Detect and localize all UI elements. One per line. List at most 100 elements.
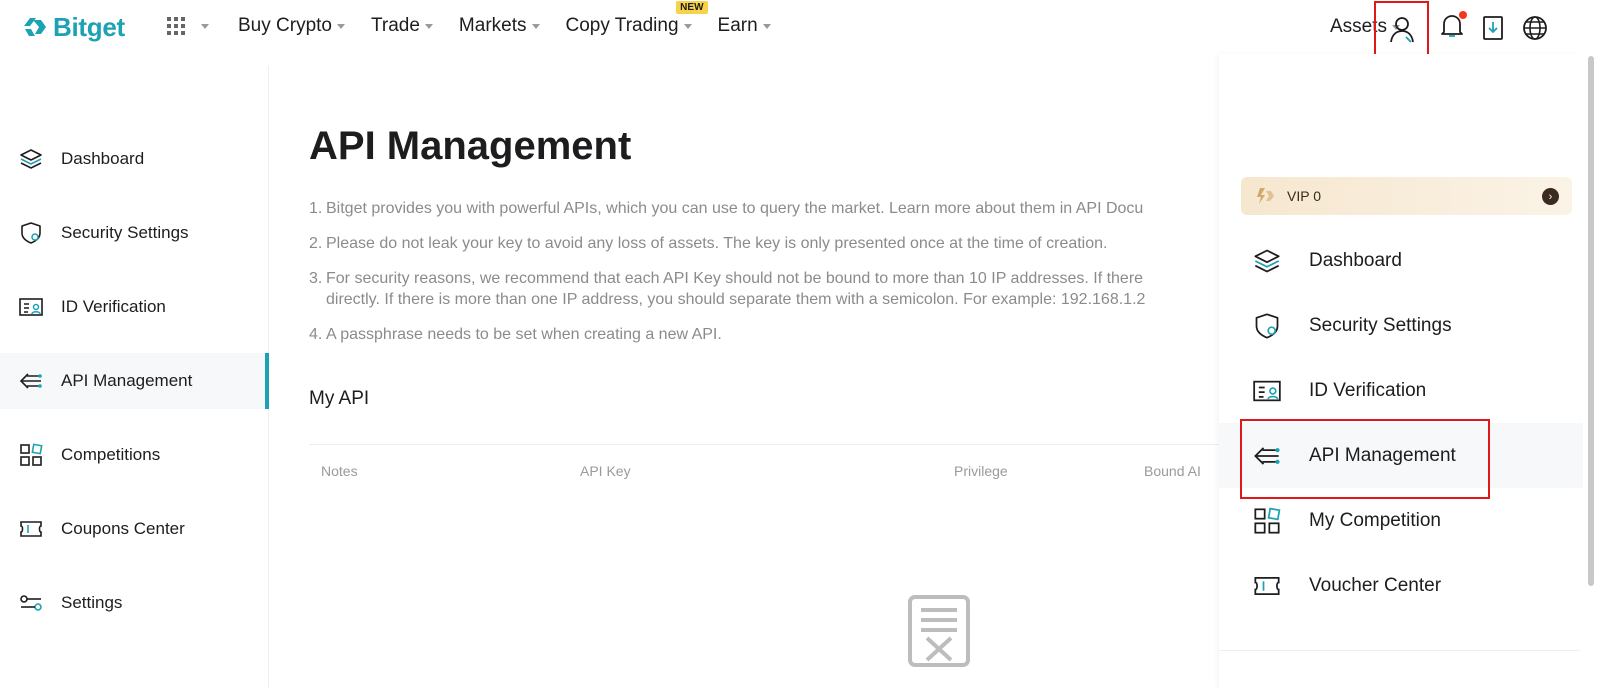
- note-text: For security reasons, we recommend that …: [326, 270, 1144, 287]
- nav-copy-trading[interactable]: Copy Trading NEW: [565, 1, 708, 37]
- highlight-box: [1240, 419, 1490, 499]
- chevron-down-icon: [683, 23, 692, 29]
- bitget-logo[interactable]: Bitget: [22, 12, 125, 43]
- user-icon: [1389, 17, 1414, 43]
- notification-dot: [1459, 11, 1467, 19]
- sidebar-item-api-management[interactable]: API Management: [0, 353, 269, 409]
- main-menu: Buy Crypto Trade Markets Copy Trading NE…: [238, 1, 771, 37]
- note-text: Bitget provides you with powerful APIs, …: [326, 200, 1144, 217]
- sidebar-item-security-settings[interactable]: Security Settings: [0, 205, 269, 261]
- nav-markets[interactable]: Markets: [459, 15, 540, 37]
- chevron-down-icon: [336, 23, 345, 29]
- sidebar-item-competitions[interactable]: Competitions: [0, 427, 269, 483]
- sidebar-item-dashboard[interactable]: Dashboard: [0, 131, 269, 187]
- sidebar-item-label: API Management: [61, 371, 193, 390]
- my-api-title: My API: [309, 388, 370, 409]
- sidebar-item-label: Settings: [61, 593, 123, 612]
- top-navigation: Bitget Buy Crypto Trade Markets Copy Tra…: [0, 0, 1600, 57]
- panel-divider: [1219, 650, 1580, 651]
- dropdown-item-label: My Competition: [1309, 509, 1441, 531]
- chevron-right-icon: ›: [1542, 188, 1559, 205]
- id-card-icon: [1253, 377, 1281, 405]
- note-number: 3.: [309, 270, 323, 287]
- sidebar-item-settings[interactable]: Settings: [0, 575, 269, 631]
- sidebar-item-coupons-center[interactable]: Coupons Center: [0, 501, 269, 557]
- ticket-icon: [19, 517, 43, 541]
- grid-icon: [19, 443, 43, 467]
- dropdown-item-my-competition[interactable]: My Competition: [1219, 488, 1583, 553]
- note-number: 2.: [309, 235, 323, 252]
- globe-icon: [1523, 16, 1547, 40]
- vip-level-banner[interactable]: VIP 0 ›: [1241, 177, 1572, 215]
- vip-level-label: VIP 0: [1287, 188, 1321, 204]
- vip-badge-icon: [1257, 188, 1274, 204]
- sidebar-item-label: Coupons Center: [61, 519, 185, 538]
- chevron-down-icon: [531, 23, 540, 29]
- sidebar-item-label: Dashboard: [61, 149, 145, 168]
- api-table-header: Notes API Key Privilege Bound AI: [309, 444, 1219, 494]
- note-item: 2. Please do not leak your key to avoid …: [309, 233, 1219, 254]
- note-item: 3. For security reasons, we recommend th…: [309, 268, 1219, 310]
- layers-icon: [1253, 247, 1281, 275]
- nav-item-label: Earn: [717, 15, 758, 36]
- dropdown-item-label: Dashboard: [1309, 249, 1402, 271]
- layers-icon: [19, 147, 43, 171]
- apps-grid-icon: [167, 17, 185, 35]
- download-icon: [1483, 16, 1503, 40]
- chevron-down-icon: [424, 23, 433, 29]
- note-item: 4. A passphrase needs to be set when cre…: [309, 324, 1219, 345]
- sidebar-item-label: Security Settings: [61, 223, 189, 242]
- dropdown-item-id-verification[interactable]: ID Verification: [1219, 358, 1583, 423]
- dropdown-item-voucher-center[interactable]: Voucher Center: [1219, 553, 1583, 618]
- main-content: API Management 1. Bitget provides you wi…: [309, 54, 1219, 688]
- dropdown-item-label: Voucher Center: [1309, 574, 1442, 596]
- dropdown-item-label: ID Verification: [1309, 379, 1427, 401]
- note-text-continued: directly. If there is more than one IP a…: [326, 291, 1146, 308]
- column-header-api-key: API Key: [580, 463, 631, 479]
- id-card-icon: [19, 295, 43, 319]
- api-notes: 1. Bitget provides you with powerful API…: [309, 198, 1219, 359]
- nav-item-label: Markets: [458, 15, 527, 36]
- nav-earn[interactable]: Earn: [718, 15, 771, 37]
- grid-icon: [1253, 507, 1281, 535]
- download-app-button[interactable]: [1482, 15, 1504, 46]
- brand-name: Bitget: [53, 12, 125, 42]
- note-text: A passphrase needs to be set when creati…: [326, 326, 722, 343]
- page-scrollbar[interactable]: [1588, 56, 1594, 586]
- sidebar-item-label: Competitions: [61, 445, 161, 464]
- nav-item-label: Copy Trading: [565, 15, 679, 36]
- shield-icon: [19, 221, 43, 245]
- empty-document-icon: [907, 594, 971, 673]
- note-number: 4.: [309, 326, 323, 343]
- column-header-notes: Notes: [321, 463, 358, 479]
- apps-menu[interactable]: [166, 16, 209, 36]
- nav-buy-crypto[interactable]: Buy Crypto: [238, 15, 345, 37]
- dropdown-item-security-settings[interactable]: Security Settings: [1219, 293, 1583, 358]
- nav-trade[interactable]: Trade: [371, 15, 433, 37]
- api-icon: [19, 369, 43, 393]
- account-sidebar: Dashboard Security Settings ID Verificat…: [0, 66, 269, 688]
- sliders-icon: [19, 591, 43, 615]
- nav-item-label: Buy Crypto: [238, 15, 332, 36]
- page-title: API Management: [309, 124, 632, 168]
- note-text: Please do not leak your key to avoid any…: [326, 235, 1108, 252]
- note-number: 1.: [309, 200, 323, 217]
- dropdown-item-dashboard[interactable]: Dashboard: [1219, 228, 1583, 293]
- nav-item-label: Trade: [370, 15, 420, 36]
- column-header-privilege: Privilege: [954, 463, 1008, 479]
- user-account-button[interactable]: [1374, 1, 1429, 57]
- column-header-bound-ip: Bound AI: [1144, 463, 1201, 479]
- ticket-icon: [1253, 572, 1281, 600]
- chevron-down-icon: [762, 23, 771, 29]
- notifications-button[interactable]: [1440, 11, 1467, 44]
- account-dropdown-panel: VIP 0 › Dashboard Security Settings ID V…: [1219, 54, 1583, 688]
- sidebar-item-label: ID Verification: [61, 297, 166, 316]
- dropdown-item-label: Security Settings: [1309, 314, 1452, 336]
- language-button[interactable]: [1522, 15, 1548, 46]
- note-item: 1. Bitget provides you with powerful API…: [309, 198, 1219, 219]
- new-badge: NEW: [676, 1, 708, 14]
- bitget-logo-icon: [24, 17, 46, 36]
- sidebar-item-id-verification[interactable]: ID Verification: [0, 279, 269, 335]
- chevron-down-icon: [201, 23, 209, 29]
- shield-icon: [1253, 312, 1281, 340]
